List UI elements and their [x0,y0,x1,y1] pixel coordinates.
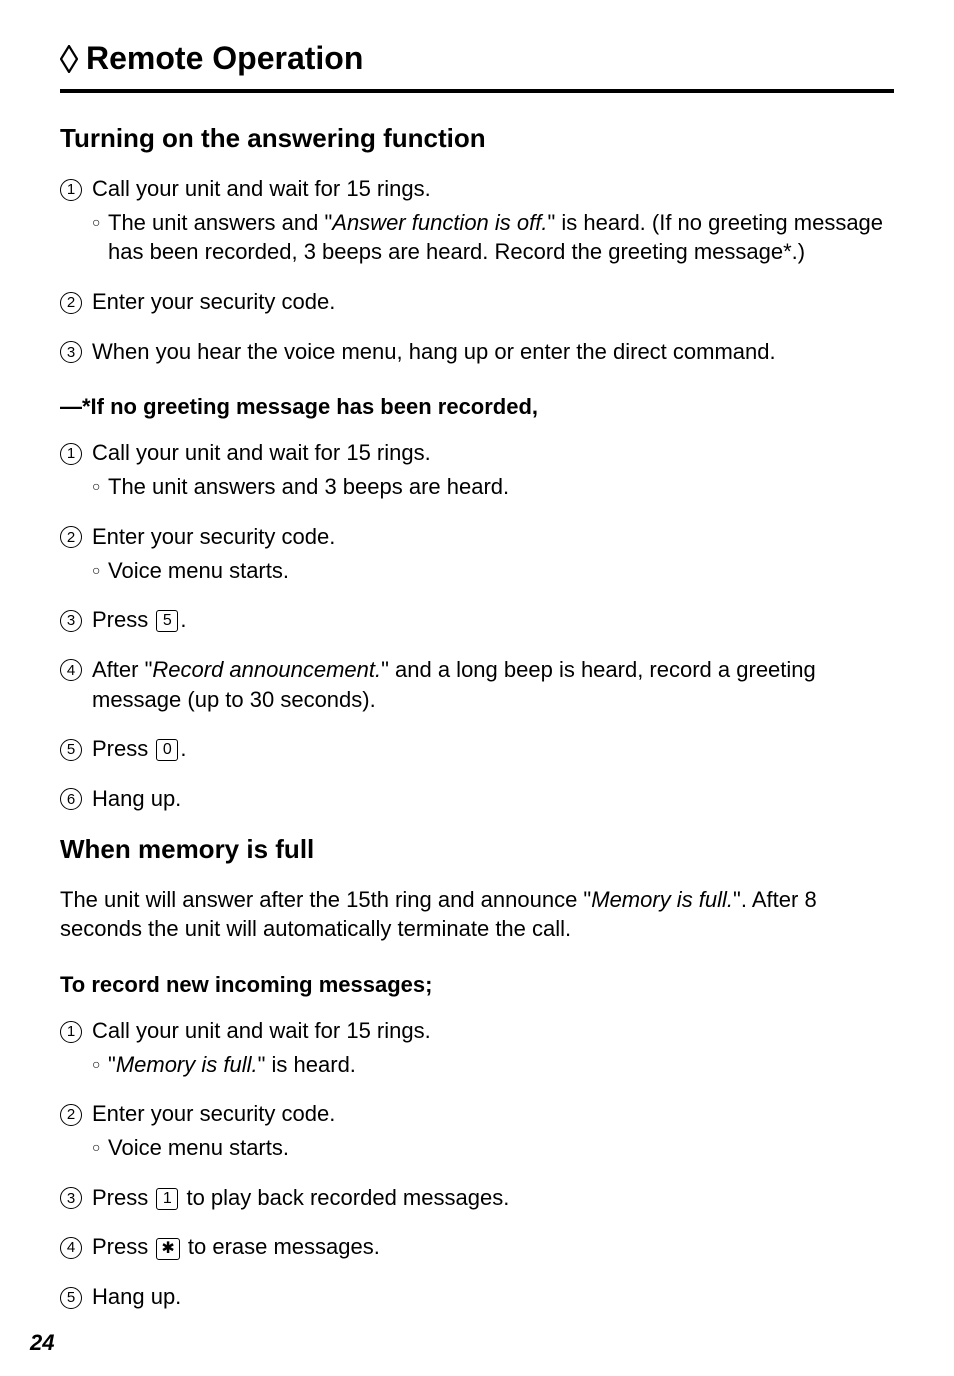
step-item: 3 Press 5. [60,605,894,635]
step-text: When you hear the voice menu, hang up or… [92,339,776,364]
step-body: Call your unit and wait for 15 rings. ○ … [92,438,894,501]
bullet-icon: ○ [92,1055,108,1074]
subsection-heading: —*If no greeting message has been record… [60,394,894,420]
bullet-line: ○ The unit answers and "Answer function … [92,208,894,267]
step-marker: 2 [60,522,88,549]
bullet-text: The unit answers and "Answer function is… [108,208,894,267]
step-text: . [180,607,186,632]
bullet-icon: ○ [92,561,108,580]
step-item: 2 Enter your security code. ○ Voice menu… [60,1099,894,1162]
step-text: Press [92,736,154,761]
step-body: Hang up. [92,1282,894,1312]
step-text: Press [92,607,154,632]
step-text: Call your unit and wait for 15 rings. [92,1018,431,1043]
step-text: to erase messages. [182,1234,380,1259]
step-body: Press 1 to play back recorded messages. [92,1183,894,1213]
step-item: 4 After "Record announcement." and a lon… [60,655,894,714]
step-marker: 1 [60,1016,88,1043]
step-body: Enter your security code. [92,287,894,317]
key-icon: 5 [156,610,178,632]
step-text: . [180,736,186,761]
step-marker: 3 [60,337,88,364]
step-marker: 5 [60,734,88,761]
subsection-heading: To record new incoming messages; [60,972,894,998]
step-text: Call your unit and wait for 15 rings. [92,176,431,201]
step-text-italic: Record announcement. [152,657,381,682]
step-marker: 5 [60,1282,88,1309]
step-text: After " [92,657,152,682]
bullet-line: ○ Voice menu starts. [92,556,894,586]
section-heading-1: Turning on the answering function [60,123,894,154]
bullet-text: Voice menu starts. [108,556,894,586]
step-item: 5 Hang up. [60,1282,894,1312]
step-body: When you hear the voice menu, hang up or… [92,337,894,367]
step-body: Press 0. [92,734,894,764]
step-body: Press ✱ to erase messages. [92,1232,894,1262]
bullet-icon: ○ [92,477,108,496]
bullet-text: "Memory is full." is heard. [108,1050,894,1080]
step-marker: 3 [60,1183,88,1210]
step-item: 3 Press 1 to play back recorded messages… [60,1183,894,1213]
bullet-line: ○ The unit answers and 3 beeps are heard… [92,472,894,502]
step-body: Call your unit and wait for 15 rings. ○ … [92,1016,894,1079]
step-marker: 4 [60,655,88,682]
step-marker: 3 [60,605,88,632]
step-item: 3 When you hear the voice menu, hang up … [60,337,894,367]
key-icon: ✱ [156,1238,179,1260]
step-item: 6 Hang up. [60,784,894,814]
step-text: Call your unit and wait for 15 rings. [92,440,431,465]
step-text: Hang up. [92,1284,181,1309]
bullet-icon: ○ [92,213,108,232]
bullet-line: ○ Voice menu starts. [92,1133,894,1163]
step-body: Hang up. [92,784,894,814]
step-item: 2 Enter your security code. [60,287,894,317]
step-marker: 1 [60,174,88,201]
step-marker: 2 [60,1099,88,1126]
bullet-text: The unit answers and 3 beeps are heard. [108,472,894,502]
page-title-text: Remote Operation [86,40,363,77]
step-text: Enter your security code. [92,1101,335,1126]
step-text: Enter your security code. [92,289,335,314]
bullet-icon: ○ [92,1138,108,1157]
step-text: to play back recorded messages. [180,1185,509,1210]
key-icon: 0 [156,739,178,761]
bullet-text: Voice menu starts. [108,1133,894,1163]
step-item: 1 Call your unit and wait for 15 rings. … [60,1016,894,1079]
step-item: 1 Call your unit and wait for 15 rings. … [60,174,894,267]
intro-paragraph: The unit will answer after the 15th ring… [60,885,894,944]
step-body: Enter your security code. ○ Voice menu s… [92,1099,894,1162]
step-marker: 2 [60,287,88,314]
step-body: After "Record announcement." and a long … [92,655,894,714]
step-marker: 6 [60,784,88,811]
step-body: Press 5. [92,605,894,635]
step-text: Enter your security code. [92,524,335,549]
step-text: Press [92,1234,154,1259]
step-item: 4 Press ✱ to erase messages. [60,1232,894,1262]
step-body: Call your unit and wait for 15 rings. ○ … [92,174,894,267]
step-marker: 1 [60,438,88,465]
section-heading-2: When memory is full [60,834,894,865]
step-marker: 4 [60,1232,88,1259]
step-text: Press [92,1185,154,1210]
step-item: 5 Press 0. [60,734,894,764]
step-text: Hang up. [92,786,181,811]
page-number: 24 [30,1330,54,1356]
bullet-line: ○ "Memory is full." is heard. [92,1050,894,1080]
step-item: 1 Call your unit and wait for 15 rings. … [60,438,894,501]
step-body: Enter your security code. ○ Voice menu s… [92,522,894,585]
page-title: Remote Operation [60,40,894,93]
diamond-icon [60,45,78,73]
step-item: 2 Enter your security code. ○ Voice menu… [60,522,894,585]
key-icon: 1 [156,1188,178,1210]
